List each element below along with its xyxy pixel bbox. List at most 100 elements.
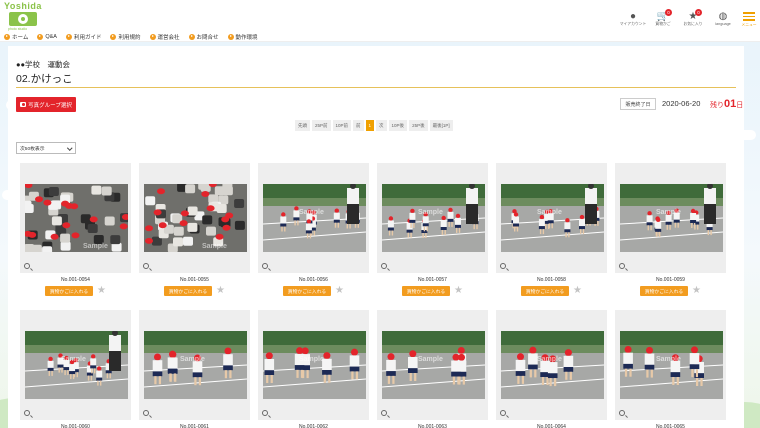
main-nav: ホーム Q&A 利用ガイド 利用規約 運営会社 お問合せ 動作環境 <box>0 32 760 42</box>
header-star-button[interactable]: ★ お気に入り 0 <box>678 0 708 27</box>
photo-thumbnail[interactable]: Sample <box>263 331 366 399</box>
photo-card: Sample No.001-0055 買物かごに入れる ★ <box>139 163 250 296</box>
photo-thumbnail[interactable]: Sample <box>382 331 485 399</box>
nav-item-label: Q&A <box>45 33 57 40</box>
nav-item[interactable]: Q&A <box>37 33 57 40</box>
nav-item[interactable]: 利用ガイド <box>65 33 102 41</box>
photo-thumbnail[interactable]: Sample <box>620 331 723 399</box>
zoom-icon[interactable] <box>500 410 506 416</box>
arrow-circle-icon <box>37 33 44 40</box>
nav-item[interactable]: 運営会社 <box>149 33 180 41</box>
camera-logo-icon <box>9 12 37 26</box>
header-icon-label: お気に入り <box>683 22 703 26</box>
photo-thumbnail[interactable]: Sample <box>25 184 128 252</box>
favorite-star-icon[interactable]: ★ <box>335 286 344 296</box>
add-to-cart-button[interactable]: 買物かごに入れる <box>402 286 451 296</box>
zoom-icon[interactable] <box>381 410 387 416</box>
add-to-cart-button[interactable]: 買物かごに入れる <box>521 286 570 296</box>
zoom-icon[interactable] <box>24 263 30 269</box>
favorite-star-icon[interactable]: ★ <box>216 286 225 296</box>
site-logo[interactable]: Yoshida photo studio <box>4 1 44 31</box>
photo-card-frame: Sample <box>139 163 250 273</box>
favorite-star-icon[interactable]: ★ <box>97 286 106 296</box>
menu-button[interactable]: メニュー <box>738 0 760 28</box>
add-to-cart-button[interactable]: 買物かごに入れる <box>283 286 332 296</box>
photo-thumbnail[interactable]: Sample <box>144 331 247 399</box>
zoom-icon[interactable] <box>381 263 387 269</box>
globe-icon: ◍ <box>718 11 728 22</box>
sale-end-label: 販売終了日 <box>620 98 656 110</box>
page-link[interactable]: 最後[1P] <box>429 120 453 131</box>
add-to-cart-button[interactable]: 買物かごに入れる <box>640 286 689 296</box>
arrow-circle-icon <box>149 33 156 40</box>
camera-icon <box>20 102 27 107</box>
photo-thumbnail[interactable]: Sample <box>25 331 128 399</box>
page-link[interactable]: 前 <box>353 120 364 131</box>
school-title: ●●学校 運動会 <box>16 60 71 69</box>
page-link[interactable]: 次 <box>376 120 387 131</box>
page-link[interactable]: 25P後 <box>409 120 428 131</box>
page-link[interactable]: 10P後 <box>388 120 408 131</box>
page-link[interactable]: 先頭 <box>295 120 310 131</box>
header-icon-label: マイアカウント <box>619 22 647 26</box>
favorite-star-icon[interactable]: ★ <box>573 286 582 296</box>
photo-thumbnail[interactable]: Sample <box>501 184 604 252</box>
photo-thumbnail[interactable]: Sample <box>144 184 247 252</box>
add-to-cart-button[interactable]: 買物かごに入れる <box>45 286 94 296</box>
page-current[interactable]: 1 <box>365 120 375 131</box>
remaining-days: 残り01日 <box>710 98 743 112</box>
nav-item-label: 利用ガイド <box>73 34 102 41</box>
zoom-icon[interactable] <box>262 410 268 416</box>
star-icon: ★ <box>688 11 698 22</box>
nav-item[interactable]: 利用規約 <box>110 33 141 41</box>
zoom-icon[interactable] <box>262 263 268 269</box>
photo-card: Sample No.001-0054 買物かごに入れる ★ <box>20 163 131 296</box>
photo-card-frame: Sample <box>377 163 488 273</box>
zoom-icon[interactable] <box>619 410 625 416</box>
photo-card: Sample No.001-0059 買物かごに入れる ★ <box>615 163 726 296</box>
photo-number: No.001-0064 <box>537 424 566 428</box>
photo-thumbnail[interactable]: Sample <box>263 184 366 252</box>
svg-text:Sample: Sample <box>537 356 562 363</box>
remaining-days-number: 01 <box>724 98 737 110</box>
header-cart-button[interactable]: 🛒 買物かご 0 <box>648 0 678 27</box>
photo-number: No.001-0061 <box>180 424 209 428</box>
svg-text:Sample: Sample <box>656 209 681 216</box>
zoom-icon[interactable] <box>619 263 625 269</box>
photo-actions: 買物かごに入れる ★ <box>496 286 607 296</box>
zoom-icon[interactable] <box>24 410 30 416</box>
photo-card: SampleNo.001-0062買物かごに入れる★ <box>258 310 369 428</box>
photo-actions: 買物かごに入れる ★ <box>20 286 131 296</box>
arrow-circle-icon <box>227 33 234 40</box>
photo-thumbnail[interactable]: Sample <box>620 184 723 252</box>
header-icon-label: language <box>715 22 731 26</box>
nav-item-label: お問合せ <box>196 34 219 41</box>
per-page-select[interactable]: 次50枚表示 <box>16 142 76 154</box>
add-to-cart-button[interactable]: 買物かごに入れる <box>164 286 213 296</box>
site-header: Yoshida photo studio ● マイアカウント 🛒 買物かご 0 ★ お気に入… <box>0 0 760 32</box>
zoom-icon[interactable] <box>500 263 506 269</box>
nav-item[interactable]: 動作環境 <box>227 33 258 41</box>
photo-number: No.001-0056 <box>299 277 328 283</box>
svg-text:Sample: Sample <box>299 356 324 363</box>
zoom-icon[interactable] <box>143 410 149 416</box>
favorite-star-icon[interactable]: ★ <box>692 286 701 296</box>
svg-text:Sample: Sample <box>656 356 681 363</box>
nav-item[interactable]: お問合せ <box>188 33 219 41</box>
header-globe-button[interactable]: ◍ language <box>708 0 738 27</box>
photo-thumbnail[interactable]: Sample <box>501 331 604 399</box>
nav-item-label: ホーム <box>12 34 29 41</box>
svg-text:Sample: Sample <box>202 243 227 250</box>
photo-thumbnail[interactable]: Sample <box>382 184 485 252</box>
photo-actions: 買物かごに入れる ★ <box>139 286 250 296</box>
header-user-button[interactable]: ● マイアカウント <box>618 0 648 27</box>
zoom-icon[interactable] <box>143 263 149 269</box>
nav-item-label: 利用規約 <box>118 34 141 41</box>
page-link[interactable]: 25P前 <box>312 120 331 131</box>
nav-item[interactable]: ホーム <box>4 33 28 41</box>
favorite-star-icon[interactable]: ★ <box>454 286 463 296</box>
photo-group-select-button[interactable]: 写真グループ選択 <box>16 97 76 112</box>
sale-end-date: 2020-06-20 <box>662 99 701 108</box>
photo-number: No.001-0059 <box>656 277 685 283</box>
page-link[interactable]: 10P前 <box>332 120 352 131</box>
